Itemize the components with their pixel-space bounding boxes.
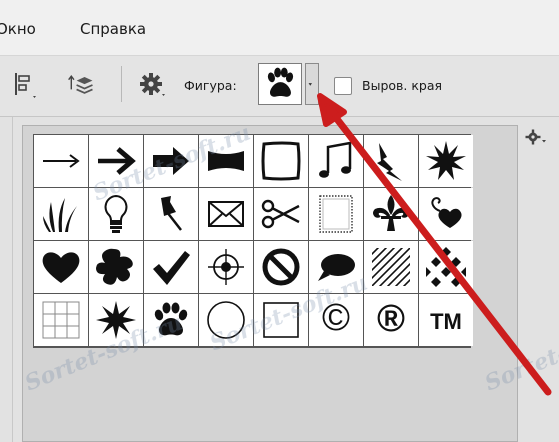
shape-frame-stamp[interactable]	[309, 188, 363, 240]
shape-copyright[interactable]: ©	[309, 294, 363, 346]
svg-text:TM: TM	[430, 309, 462, 334]
shape-banner[interactable]	[199, 135, 253, 187]
square-frame-icon	[263, 302, 299, 338]
no-sign-icon	[262, 248, 300, 286]
shape-speech-bubble[interactable]	[309, 241, 363, 293]
shape-circle-frame[interactable]	[199, 294, 253, 346]
shape-lightbulb[interactable]	[89, 188, 143, 240]
chevron-down-icon	[308, 83, 312, 86]
shape-target[interactable]	[199, 241, 253, 293]
trademark-icon: TM	[430, 309, 462, 334]
lightbulb-icon	[104, 194, 128, 233]
menu-bar: Окно Справка	[0, 0, 559, 56]
shape-heart[interactable]	[34, 241, 88, 293]
shape-grid[interactable]	[34, 294, 88, 346]
shape-trademark[interactable]: TM	[419, 294, 473, 346]
shape-puzzle-blob[interactable]	[89, 241, 143, 293]
custom-shape-grid: © ® TM	[33, 134, 473, 348]
shape-fleur-de-lis[interactable]	[364, 188, 418, 240]
shape-lightning[interactable]	[364, 135, 418, 187]
shape-square-frame[interactable]	[254, 294, 308, 346]
lightning-icon	[377, 143, 402, 181]
shape-burst[interactable]	[419, 135, 473, 187]
shape-arrow-bold[interactable]	[89, 135, 143, 187]
circle-frame-icon	[207, 301, 245, 339]
shape-pushpin[interactable]	[144, 188, 198, 240]
align-edges-icon[interactable]	[12, 70, 42, 100]
heart-icon	[42, 252, 80, 283]
starburst-icon	[96, 301, 136, 339]
menu-help[interactable]: Справка	[80, 20, 146, 38]
shape-preview-swatch[interactable]	[258, 63, 302, 105]
heart-curl-icon	[431, 197, 462, 228]
gear-icon[interactable]	[138, 70, 168, 100]
scissors-icon	[261, 199, 300, 229]
paw-print-icon	[154, 302, 188, 336]
grass-icon	[43, 198, 77, 232]
options-bar: Фигура: Выров. края	[0, 56, 559, 117]
pushpin-icon	[161, 196, 182, 231]
registered-icon: ®	[377, 298, 405, 340]
checkerboard-icon	[426, 247, 466, 287]
checkmark-icon	[153, 251, 190, 285]
shape-grass[interactable]	[34, 188, 88, 240]
hatch-pattern-icon	[372, 248, 410, 286]
shape-dropdown-button[interactable]	[305, 63, 319, 105]
arrow-thin-icon	[43, 154, 80, 168]
snap-edges-label: Выров. края	[362, 78, 443, 93]
shape-starburst[interactable]	[89, 294, 143, 346]
shape-label: Фигура:	[184, 78, 237, 93]
snap-edges-checkbox[interactable]	[334, 77, 352, 95]
paw-print-icon	[267, 67, 294, 97]
shape-arrow-heavy[interactable]	[144, 135, 198, 187]
separator	[121, 66, 122, 102]
shape-no-sign[interactable]	[254, 241, 308, 293]
picker-settings-gear-icon[interactable]	[524, 128, 550, 148]
music-notes-icon	[319, 141, 352, 178]
grid-icon	[42, 301, 80, 339]
shape-arrow-thin[interactable]	[34, 135, 88, 187]
shape-heart-curl[interactable]	[419, 188, 473, 240]
shape-hatch-pattern[interactable]	[364, 241, 418, 293]
arrow-bold-icon	[98, 147, 136, 175]
copyright-icon: ©	[322, 298, 350, 339]
panel-divider	[12, 117, 13, 442]
arrow-heavy-icon	[153, 147, 189, 175]
crosshair-icon	[208, 249, 244, 285]
stamp-frame-icon	[319, 195, 353, 233]
speech-bubble-icon	[318, 254, 355, 281]
envelope-icon	[208, 201, 244, 227]
svg-text:©: ©	[322, 298, 350, 339]
shape-frame-rough[interactable]	[254, 135, 308, 187]
shape-envelope[interactable]	[199, 188, 253, 240]
shape-music-notes[interactable]	[309, 135, 363, 187]
svg-text:®: ®	[377, 298, 405, 340]
shape-registered[interactable]: ®	[364, 294, 418, 346]
fleur-de-lis-icon	[373, 195, 409, 231]
rough-frame-icon	[261, 141, 301, 181]
arrange-layers-icon[interactable]	[66, 70, 96, 100]
menu-window[interactable]: Окно	[0, 20, 36, 38]
shape-checkerboard[interactable]	[419, 241, 473, 293]
banner-icon	[208, 151, 244, 171]
shape-checkmark[interactable]	[144, 241, 198, 293]
burst-icon	[426, 141, 466, 180]
shape-scissors[interactable]	[254, 188, 308, 240]
shape-paw-print[interactable]	[144, 294, 198, 346]
puzzle-blob-icon	[96, 248, 133, 285]
